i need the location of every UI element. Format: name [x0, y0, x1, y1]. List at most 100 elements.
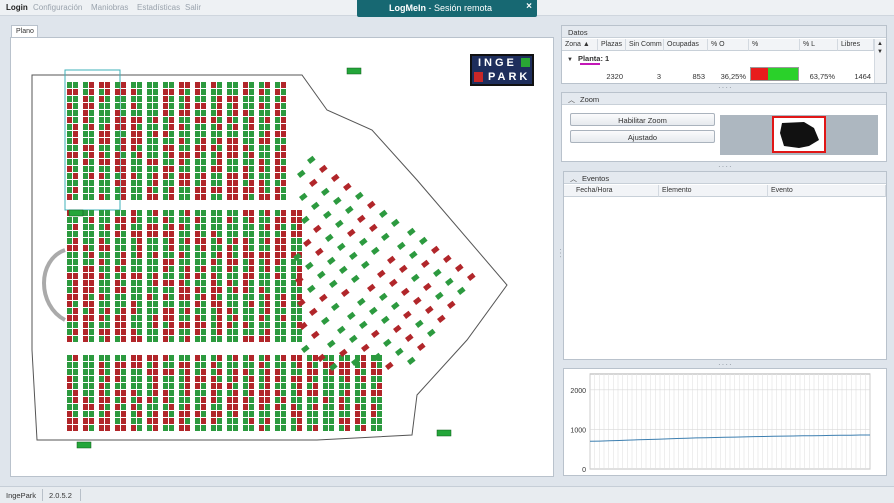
parking-column-mid — [185, 280, 190, 286]
parking-column-bottom — [291, 355, 296, 361]
zoom-header[interactable]: ︿ Zoom — [562, 93, 886, 105]
parking-column-mid — [233, 238, 238, 244]
parking-column-mid — [89, 329, 94, 335]
parking-column-top — [147, 89, 152, 95]
tab-plano[interactable]: Plano — [11, 25, 38, 37]
parking-column-top — [89, 124, 94, 130]
parking-column-mid — [83, 252, 88, 258]
parking-column-bottom — [329, 411, 334, 417]
parking-column-bottom — [99, 411, 104, 417]
col-elemento[interactable]: Elemento — [659, 185, 768, 197]
splitter-handle[interactable]: ···· — [718, 83, 733, 92]
parking-column-top — [163, 180, 168, 186]
parking-column-mid — [227, 259, 232, 265]
parking-column-bottom — [115, 397, 120, 403]
menu-estadisticas[interactable]: Estadísticas — [137, 3, 180, 12]
zoom-viewport-frame[interactable] — [772, 116, 826, 153]
col-pct[interactable]: % — [749, 39, 800, 51]
parking-column-mid — [259, 259, 264, 265]
parking-column-mid — [227, 252, 232, 258]
col-fecha-hora[interactable]: Fecha/Hora — [564, 185, 659, 197]
col-zona[interactable]: Zona ▲ — [562, 39, 598, 51]
parking-column-top — [195, 117, 200, 123]
parking-column-top — [83, 117, 88, 123]
parking-column-mid — [73, 238, 78, 244]
parking-column-top — [233, 96, 238, 102]
menu-maniobras[interactable]: Maniobras — [91, 3, 128, 12]
parking-column-top — [137, 82, 142, 88]
parking-column-mid — [73, 259, 78, 265]
parking-column-top — [227, 89, 232, 95]
eventos-header[interactable]: ︿ Eventos — [564, 172, 886, 184]
parking-column-mid — [281, 322, 286, 328]
col-pct-l[interactable]: % L — [800, 39, 838, 51]
parking-column-top — [153, 82, 158, 88]
menu-login[interactable]: Login — [6, 3, 28, 12]
parking-column-mid — [99, 245, 104, 251]
parking-column-mid — [211, 210, 216, 216]
parking-column-top — [201, 173, 206, 179]
zoom-preview[interactable] — [720, 115, 878, 155]
parking-column-top — [83, 152, 88, 158]
parking-column-top — [153, 124, 158, 130]
parking-column-bottom — [291, 383, 296, 389]
splitter-handle-2[interactable]: ···· — [718, 162, 733, 171]
parking-column-top — [153, 138, 158, 144]
col-sin-comm[interactable]: Sin Comm — [626, 39, 664, 51]
collapse-icon[interactable]: ︿ — [568, 97, 575, 104]
parking-diagonal-slot — [359, 237, 368, 246]
parking-column-mid — [89, 294, 94, 300]
parking-column-mid — [217, 231, 222, 237]
parking-column-top — [67, 103, 72, 109]
parking-column-bottom — [291, 397, 296, 403]
parking-column-top — [249, 117, 254, 123]
parking-column-bottom — [323, 362, 328, 368]
parking-column-top — [227, 194, 232, 200]
parking-column-top — [249, 96, 254, 102]
parking-column-bottom — [147, 376, 152, 382]
parking-column-top — [73, 131, 78, 137]
parking-column-bottom — [227, 425, 232, 431]
parking-column-top — [265, 138, 270, 144]
parking-column-bottom — [345, 418, 350, 424]
ajustado-button[interactable]: Ajustado — [570, 130, 715, 143]
parking-column-bottom — [121, 397, 126, 403]
parking-column-bottom — [153, 390, 158, 396]
col-evento[interactable]: Evento — [768, 185, 886, 197]
parking-column-bottom — [345, 425, 350, 431]
parking-column-mid — [169, 287, 174, 293]
parking-column-top — [131, 124, 136, 130]
collapse-icon[interactable]: ︿ — [570, 176, 577, 183]
parking-column-mid — [281, 252, 286, 258]
parking-column-top — [265, 166, 270, 172]
parking-column-mid — [195, 231, 200, 237]
parking-column-mid — [217, 308, 222, 314]
scroll-up-icon[interactable]: ▲ — [877, 41, 883, 47]
parking-column-mid — [169, 224, 174, 230]
col-pct-o[interactable]: % O — [708, 39, 749, 51]
parking-column-bottom — [275, 369, 280, 375]
habilitar-zoom-button[interactable]: Habilitar Zoom — [570, 113, 715, 126]
parking-column-mid — [195, 210, 200, 216]
close-icon[interactable]: × — [526, 1, 532, 12]
parking-column-bottom — [355, 404, 360, 410]
parking-column-bottom — [179, 362, 184, 368]
group-row[interactable]: ▼ Planta: 1 — [567, 54, 609, 63]
menu-salir[interactable]: Salir — [185, 3, 201, 12]
datos-scrollbar[interactable]: ▲ ▼ — [874, 39, 886, 83]
parking-column-top — [275, 194, 280, 200]
col-plazas[interactable]: Plazas — [598, 39, 626, 51]
parking-column-top — [73, 110, 78, 116]
menu-configuracion[interactable]: Configuración — [33, 3, 82, 12]
parking-column-bottom — [227, 362, 232, 368]
parking-plan-map[interactable] — [17, 50, 547, 460]
col-libres[interactable]: Libres — [838, 39, 874, 51]
collapse-icon[interactable]: ▼ — [567, 57, 573, 63]
parking-column-mid — [275, 336, 280, 342]
vertical-splitter[interactable]: ··· — [556, 248, 565, 259]
parking-column-bottom — [137, 376, 142, 382]
scroll-down-icon[interactable]: ▼ — [877, 49, 883, 55]
parking-column-top — [233, 159, 238, 165]
col-ocupadas[interactable]: Ocupadas — [664, 39, 708, 51]
parking-column-mid — [201, 224, 206, 230]
